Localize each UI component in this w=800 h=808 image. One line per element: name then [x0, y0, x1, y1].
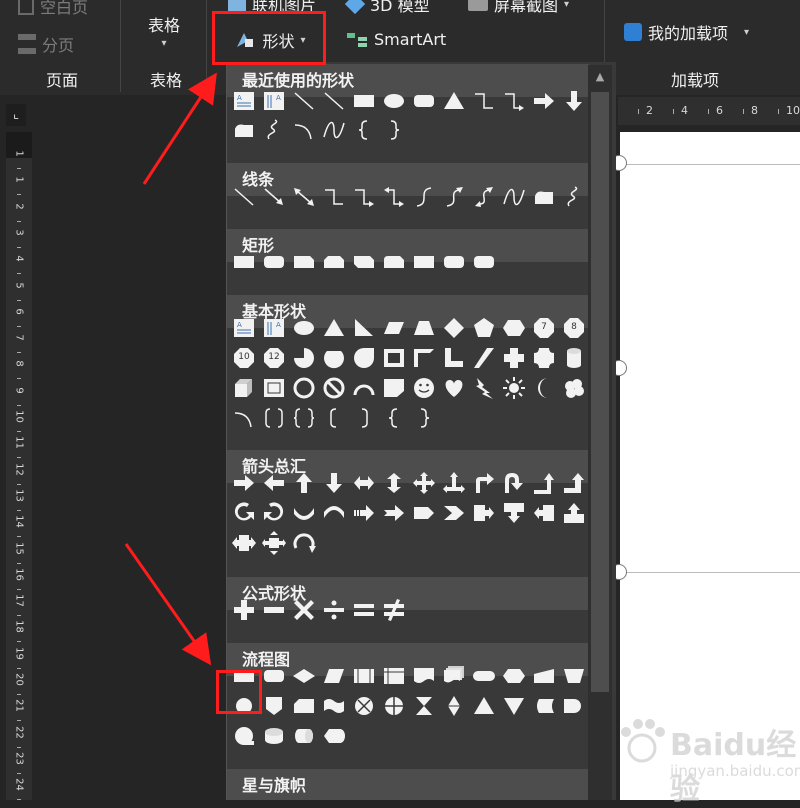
arrow-to-process-shape [124, 543, 212, 666]
arrow-to-shapes-button [142, 72, 217, 185]
watermark-url: jingyan.baidu.com [670, 762, 800, 780]
baidu-watermark: Baidu经验 jingyan.baidu.com [612, 712, 800, 807]
baidu-paw-icon [621, 719, 665, 763]
annotation-arrows [124, 72, 217, 666]
